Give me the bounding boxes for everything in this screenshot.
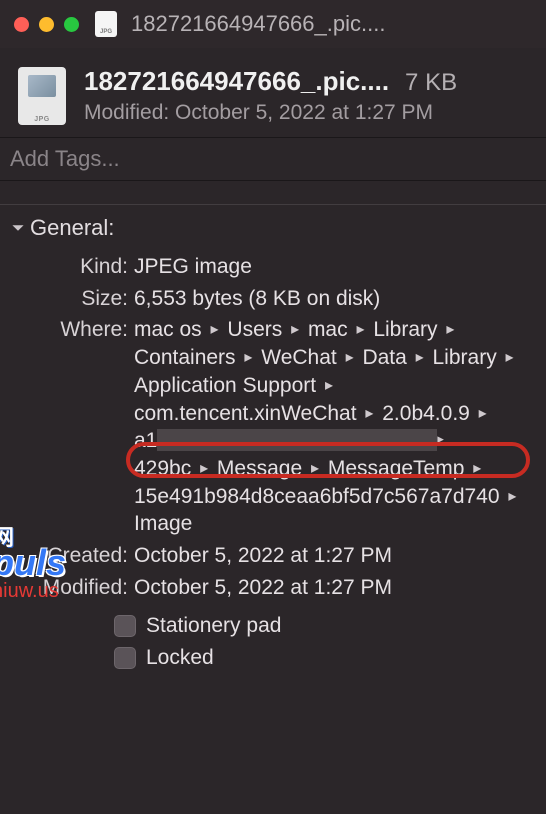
file-header: JPG 182721664947666_.pic.... 7 KB Modifi…: [0, 48, 546, 137]
size-row: Size: 6,553 bytes (8 KB on disk): [10, 285, 536, 313]
divider: [0, 181, 546, 205]
file-icon-label: JPG: [34, 116, 50, 123]
locked-label: Locked: [146, 646, 214, 670]
stationery-checkbox[interactable]: [114, 615, 136, 637]
kind-row: Kind: JPEG image: [10, 253, 536, 281]
modified-value: October 5, 2022 at 1:27 PM: [134, 574, 536, 602]
locked-row: Locked: [114, 646, 536, 670]
kind-value: JPEG image: [134, 253, 536, 281]
where-label: Where:: [10, 316, 134, 344]
close-button[interactable]: [14, 17, 29, 32]
general-title: General:: [30, 215, 114, 241]
minimize-button[interactable]: [39, 17, 54, 32]
file-modified-header: Modified: October 5, 2022 at 1:27 PM: [84, 101, 528, 125]
size-label: Size:: [10, 285, 134, 313]
created-label: Created:: [10, 542, 134, 570]
tags-placeholder: Add Tags...: [10, 146, 120, 171]
stationery-label: Stationery pad: [146, 614, 281, 638]
stationery-row: Stationery pad: [114, 614, 536, 638]
created-value: October 5, 2022 at 1:27 PM: [134, 542, 536, 570]
traffic-lights: [14, 17, 79, 32]
modified-label: Modified:: [10, 574, 134, 602]
checkbox-group: Stationery pad Locked: [10, 614, 536, 670]
modified-row: Modified: October 5, 2022 at 1:27 PM: [10, 574, 536, 602]
file-name: 182721664947666_.pic....: [84, 66, 389, 97]
file-size: 7 KB: [405, 69, 457, 97]
general-disclosure[interactable]: General:: [10, 215, 536, 241]
where-value: mac os ▸ Users ▸ mac ▸ Library ▸ Contain…: [134, 316, 536, 538]
titlebar-file-icon: [95, 11, 117, 37]
general-section: General: Kind: JPEG image Size: 6,553 by…: [0, 215, 546, 670]
window-titlebar: 182721664947666_.pic....: [0, 0, 546, 48]
locked-checkbox[interactable]: [114, 647, 136, 669]
file-thumbnail-icon: JPG: [18, 67, 66, 125]
where-row: Where: mac os ▸ Users ▸ mac ▸ Library ▸ …: [10, 316, 536, 538]
tags-input[interactable]: Add Tags...: [0, 137, 546, 181]
chevron-down-icon: [10, 220, 26, 236]
size-value: 6,553 bytes (8 KB on disk): [134, 285, 536, 313]
created-row: Created: October 5, 2022 at 1:27 PM: [10, 542, 536, 570]
kind-label: Kind:: [10, 253, 134, 281]
window-title: 182721664947666_.pic....: [131, 11, 385, 37]
zoom-button[interactable]: [64, 17, 79, 32]
